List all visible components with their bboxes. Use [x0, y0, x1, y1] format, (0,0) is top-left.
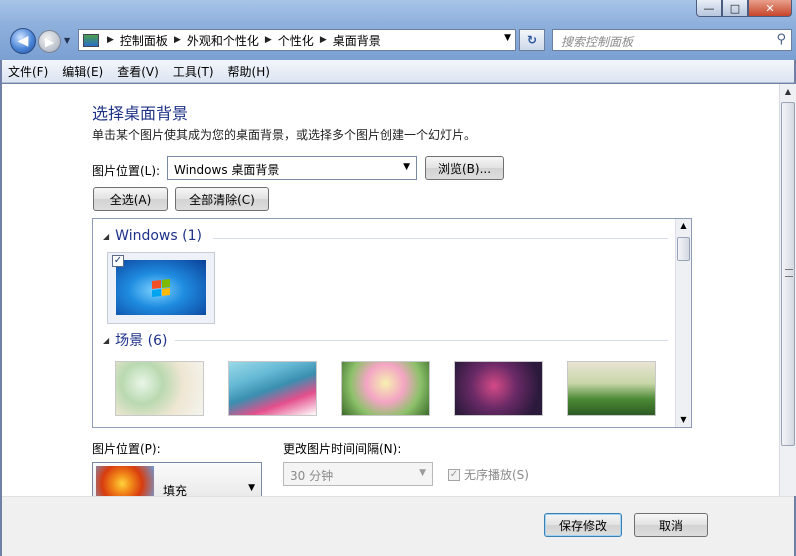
page-title: 选择桌面背景	[92, 104, 189, 123]
group-header-scenes[interactable]: ◢ 场景 (6)	[103, 330, 167, 350]
breadcrumb-personalization[interactable]: 个性化	[278, 32, 314, 49]
grip-icon	[785, 269, 793, 277]
select-all-button[interactable]: 全选(A)	[93, 187, 168, 211]
back-button[interactable]: ◀	[10, 28, 36, 54]
wallpaper-tile-scene[interactable]	[228, 361, 317, 416]
wallpaper-gallery: ◢ Windows (1) ✓ ◢ 场景 (6) ▲ ▼	[92, 218, 692, 428]
wallpaper-tile-scene[interactable]	[567, 361, 656, 416]
address-bar[interactable]: ▶ 控制面板 ▶ 外观和个性化 ▶ 个性化 ▶ 桌面背景 ▼	[78, 29, 516, 51]
refresh-button[interactable]: ↻	[519, 29, 545, 51]
page-scrollbar[interactable]: ▲	[779, 84, 796, 496]
clear-all-button[interactable]: 全部清除(C)	[175, 187, 269, 211]
checkbox-box[interactable]: ✓	[448, 468, 460, 481]
search-placeholder: 搜索控制面板	[561, 35, 634, 49]
menu-edit[interactable]: 编辑(E)	[62, 63, 103, 80]
menu-bar: 文件(F) 编辑(E) 查看(V) 工具(T) 帮助(H)	[2, 60, 794, 83]
group-divider	[175, 340, 668, 341]
caption-buttons: — □ ✕	[696, 0, 792, 18]
wallpaper-tile-scene[interactable]	[341, 361, 430, 416]
breadcrumb-separator[interactable]: ▶	[107, 35, 114, 45]
interval-label: 更改图片时间间隔(N):	[283, 442, 402, 456]
browse-button[interactable]: 浏览(B)...	[425, 156, 504, 180]
content-pane: ▲ 选择桌面背景 单击某个图片使其成为您的桌面背景，或选择多个图片创建一个幻灯片…	[2, 84, 796, 556]
picture-location-value: Windows 桌面背景	[174, 163, 280, 177]
search-input[interactable]: 搜索控制面板 ⚲	[552, 29, 792, 51]
wallpaper-thumbnail	[116, 260, 206, 315]
footer-bar: 保存修改 取消	[2, 496, 794, 556]
menu-tools[interactable]: 工具(T)	[173, 63, 214, 80]
group-title: Windows (1)	[115, 228, 202, 244]
interval-select[interactable]: 30 分钟 ▼	[283, 462, 433, 486]
wallpaper-tile-scene[interactable]	[115, 361, 204, 416]
search-icon[interactable]: ⚲	[776, 32, 786, 47]
wallpaper-tile-windows[interactable]: ✓	[107, 252, 215, 324]
tile-checkbox[interactable]: ✓	[112, 255, 124, 267]
chevron-down-icon: ▼	[403, 162, 410, 172]
picture-position-label: 图片位置(P):	[92, 442, 161, 456]
interval-value: 30 分钟	[290, 469, 334, 483]
chevron-down-icon[interactable]: ▼	[504, 33, 511, 43]
breadcrumb-desktop-background[interactable]: 桌面背景	[333, 32, 381, 49]
breadcrumb-separator[interactable]: ▶	[265, 35, 272, 45]
menu-help[interactable]: 帮助(H)	[228, 63, 270, 80]
gallery-scrollbar[interactable]: ▲ ▼	[675, 219, 691, 427]
arrow-right-icon: ▶	[44, 34, 55, 49]
position-preview-image	[96, 466, 154, 498]
wallpaper-tile-scene[interactable]	[454, 361, 543, 416]
scrollbar-thumb[interactable]	[781, 102, 795, 446]
control-panel-icon	[83, 33, 99, 47]
save-button[interactable]: 保存修改	[544, 513, 622, 537]
cancel-button[interactable]: 取消	[634, 513, 708, 537]
maximize-button[interactable]: □	[722, 0, 748, 17]
window-titlebar: — □ ✕ ◀ ▶ ▼ ▶ 控制面板 ▶ 外观和个性化 ▶ 个性化 ▶ 桌面背景…	[0, 0, 796, 60]
shuffle-checkbox[interactable]: ✓ 无序播放(S)	[448, 466, 529, 483]
minimize-button[interactable]: —	[696, 0, 722, 17]
group-title: 场景 (6)	[115, 333, 168, 349]
scroll-down-icon[interactable]: ▼	[676, 413, 691, 427]
group-header-windows[interactable]: ◢ Windows (1)	[103, 228, 202, 244]
group-divider	[213, 238, 668, 239]
breadcrumb-appearance[interactable]: 外观和个性化	[187, 32, 259, 49]
scroll-up-icon[interactable]: ▲	[780, 84, 796, 100]
chevron-down-icon: ▼	[248, 483, 255, 493]
chevron-down-icon: ▼	[419, 468, 426, 478]
breadcrumb-control-panel[interactable]: 控制面板	[120, 32, 168, 49]
picture-location-label: 图片位置(L):	[92, 164, 161, 178]
refresh-icon: ↻	[526, 33, 538, 47]
menu-file[interactable]: 文件(F)	[8, 63, 48, 80]
close-button[interactable]: ✕	[748, 0, 792, 17]
menu-view[interactable]: 查看(V)	[117, 63, 159, 80]
scrollbar-thumb[interactable]	[677, 237, 690, 261]
windows-logo-icon	[152, 279, 170, 297]
forward-button[interactable]: ▶	[38, 30, 61, 53]
breadcrumb-separator[interactable]: ▶	[174, 35, 181, 45]
picture-location-select[interactable]: Windows 桌面背景 ▼	[167, 156, 417, 180]
breadcrumb-separator[interactable]: ▶	[320, 35, 327, 45]
scroll-up-icon[interactable]: ▲	[676, 219, 691, 233]
shuffle-label: 无序播放(S)	[464, 468, 529, 482]
collapse-triangle-icon[interactable]: ◢	[103, 336, 109, 345]
page-description: 单击某个图片使其成为您的桌面背景，或选择多个图片创建一个幻灯片。	[92, 128, 477, 142]
history-dropdown-button[interactable]: ▼	[64, 36, 70, 45]
arrow-left-icon: ◀	[17, 33, 29, 49]
collapse-triangle-icon[interactable]: ◢	[103, 232, 109, 241]
